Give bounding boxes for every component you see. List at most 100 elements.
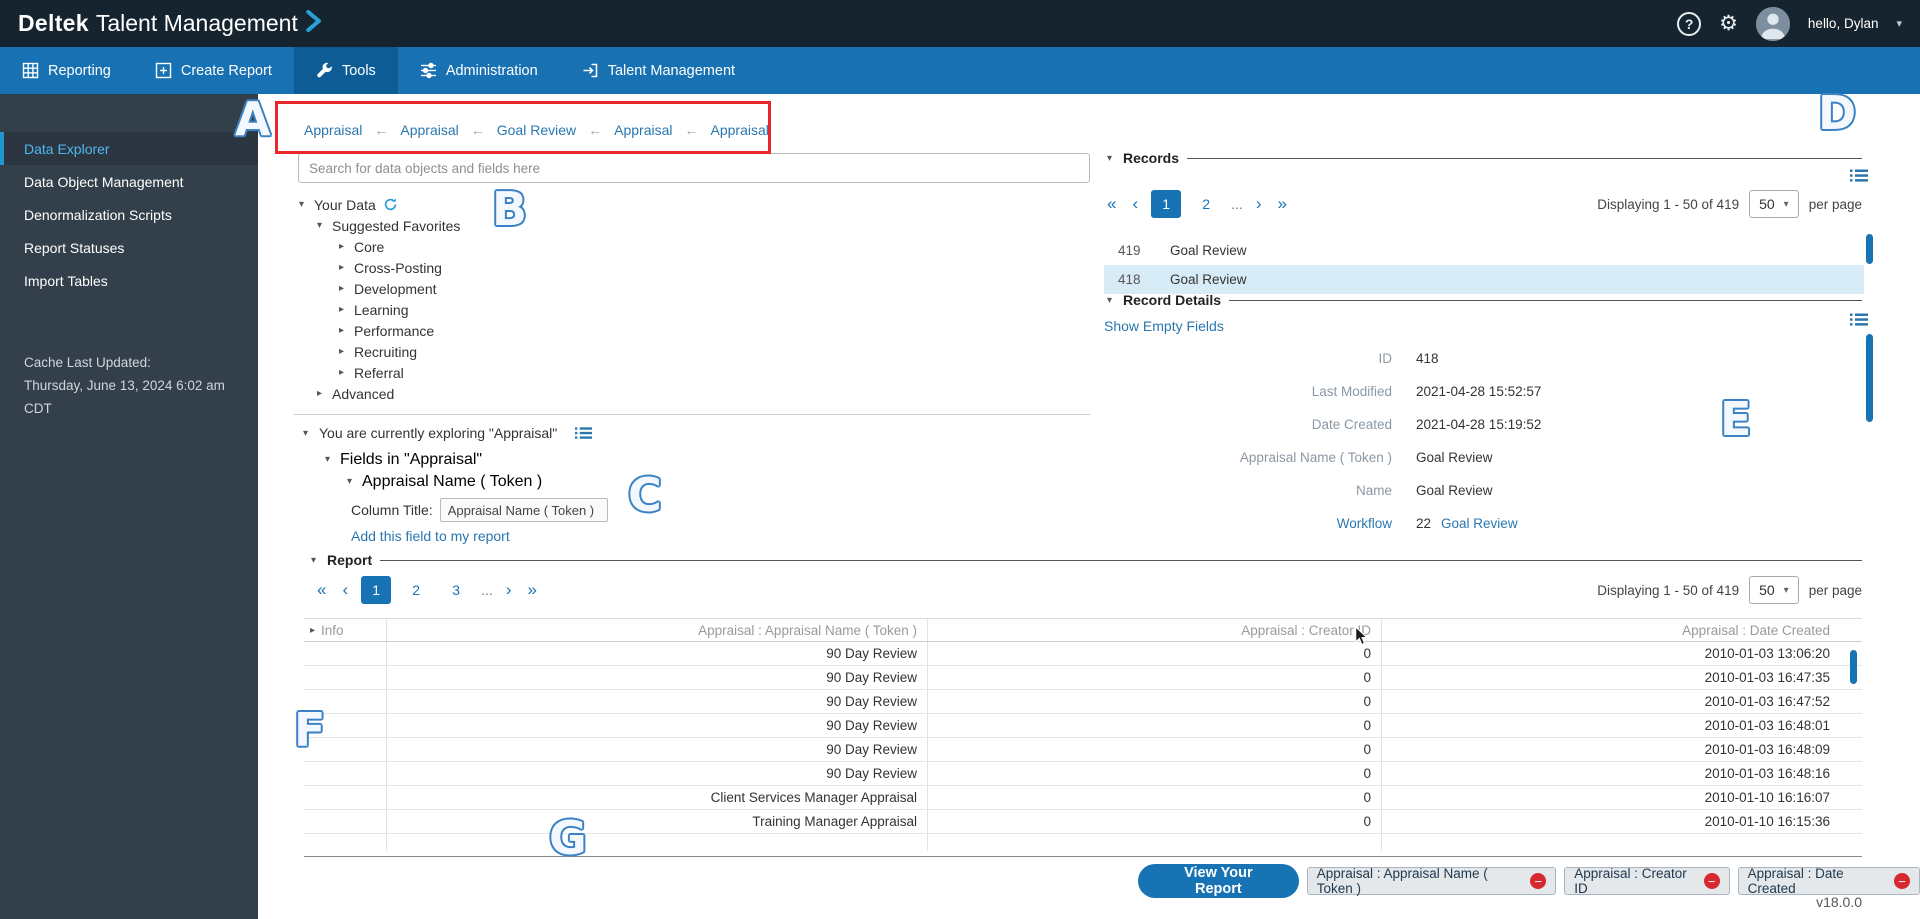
next-page-button[interactable]: › (503, 580, 515, 600)
first-page-button[interactable]: « (1104, 194, 1119, 214)
table-row[interactable]: 90 Day Review02010-01-03 13:06:20 (304, 642, 1862, 666)
breadcrumb-link[interactable]: Appraisal (711, 122, 769, 138)
record-details-scrollbar[interactable] (1866, 334, 1873, 422)
sidebar-item-report-statuses[interactable]: Report Statuses (0, 231, 258, 264)
record-details-list-icon[interactable] (1850, 312, 1868, 327)
help-icon[interactable]: ? (1677, 12, 1701, 36)
column-title-input[interactable] (440, 498, 608, 522)
breadcrumb-link[interactable]: Appraisal (304, 122, 362, 138)
user-caret-icon[interactable]: ▾ (1896, 17, 1902, 30)
table-row[interactable]: 90 Day Review02010-01-03 16:48:01 (304, 714, 1862, 738)
column-header-date-created[interactable]: Appraisal : Date Created (1381, 619, 1846, 641)
breadcrumb-link[interactable]: Goal Review (497, 122, 576, 138)
tree-node-development[interactable]: ▸Development (336, 278, 460, 299)
tree-node-suggested-favorites[interactable]: ▾ Suggested Favorites (314, 215, 460, 236)
show-empty-fields-link[interactable]: Show Empty Fields (1104, 318, 1224, 334)
table-row[interactable]: 90 Day Review02010-01-03 16:47:35 (304, 666, 1862, 690)
sidebar-item-data-object-management[interactable]: Data Object Management (0, 165, 258, 198)
record-row[interactable]: 419 Goal Review (1104, 236, 1864, 265)
tree-node-advanced[interactable]: ▸Advanced (314, 383, 460, 404)
left-arrow-icon: ← (685, 122, 699, 138)
tab-create-report[interactable]: Create Report (133, 47, 294, 94)
records-header[interactable]: ▾ Records (1104, 150, 1862, 166)
record-details-header[interactable]: ▾ Record Details (1104, 292, 1862, 308)
report-header[interactable]: ▾ Report (308, 552, 1862, 568)
tree-node-learning[interactable]: ▸Learning (336, 299, 460, 320)
sidebar-item-import-tables[interactable]: Import Tables (0, 264, 258, 297)
last-page-button[interactable]: » (1274, 194, 1289, 214)
sidebar-item-data-explorer[interactable]: Data Explorer (0, 132, 258, 165)
view-report-button[interactable]: View Your Report (1138, 864, 1299, 898)
displaying-text: Displaying 1 - 50 of 419 (1597, 583, 1739, 598)
tab-reporting[interactable]: Reporting (0, 47, 133, 94)
column-header-appraisal-name[interactable]: Appraisal : Appraisal Name ( Token ) (386, 619, 927, 641)
fields-in-node[interactable]: ▾ Fields in "Appraisal" (322, 449, 482, 470)
table-row[interactable]: 90 Day Review02010-01-03 16:47:52 (304, 690, 1862, 714)
chip-label: Appraisal : Appraisal Name ( Token ) (1317, 866, 1523, 896)
per-page-select[interactable]: 50 ▾ (1749, 190, 1799, 218)
tree-node-referral[interactable]: ▸Referral (336, 362, 460, 383)
prev-page-button[interactable]: ‹ (339, 580, 351, 600)
page-button-3[interactable]: 3 (441, 576, 471, 604)
avatar[interactable] (1756, 7, 1790, 41)
sidebar-item-denormalization-scripts[interactable]: Denormalization Scripts (0, 198, 258, 231)
enter-arrow-icon (582, 62, 599, 79)
tree-node-cross-posting[interactable]: ▸Cross-Posting (336, 257, 460, 278)
tree-node-your-data[interactable]: ▾ Your Data (296, 194, 460, 215)
first-page-button[interactable]: « (314, 580, 329, 600)
breadcrumb-link[interactable]: Appraisal (400, 122, 458, 138)
tree-label: Performance (354, 323, 434, 339)
remove-field-icon[interactable]: − (1704, 873, 1720, 889)
workflow-label-link[interactable]: Workflow (1104, 516, 1392, 531)
gear-icon[interactable]: ⚙ (1719, 13, 1738, 34)
add-field-link[interactable]: Add this field to my report (351, 528, 510, 544)
search-input[interactable] (298, 153, 1090, 183)
last-page-button[interactable]: » (524, 580, 539, 600)
field-appraisal-name-node[interactable]: ▾ Appraisal Name ( Token ) (344, 471, 542, 492)
report-field-chip[interactable]: Appraisal : Creator ID − (1564, 867, 1729, 895)
records-list-icon[interactable] (1850, 168, 1868, 183)
cell-date: 2010-01-03 16:48:09 (1381, 738, 1846, 761)
tree-node-performance[interactable]: ▸Performance (336, 320, 460, 341)
wrench-icon (316, 62, 333, 79)
tab-label: Create Report (181, 63, 272, 79)
tree-node-core[interactable]: ▸Core (336, 236, 460, 257)
tree-node-recruiting[interactable]: ▸Recruiting (336, 341, 460, 362)
table-row[interactable]: Client Services Manager Appraisal02010-0… (304, 786, 1862, 810)
page-button-2[interactable]: 2 (1191, 190, 1221, 218)
report-field-chip[interactable]: Appraisal : Date Created − (1738, 867, 1920, 895)
breadcrumb-link[interactable]: Appraisal (614, 122, 672, 138)
tab-administration[interactable]: Administration (398, 47, 560, 94)
cache-value: Thursday, June 13, 2024 6:02 am CDT (24, 374, 244, 420)
info-column-header[interactable]: ▸ Info (304, 619, 386, 641)
table-row[interactable]: Training Manager Appraisal02010-01-10 16… (304, 810, 1862, 834)
app-root: Deltek Talent Management ? ⚙ hello, Dyla… (0, 0, 1920, 919)
remove-field-icon[interactable]: − (1894, 873, 1910, 889)
workflow-value-link[interactable]: Goal Review (1441, 516, 1518, 531)
page-button-1[interactable]: 1 (1151, 190, 1181, 218)
tab-tools[interactable]: Tools (294, 47, 398, 94)
records-scrollbar[interactable] (1866, 234, 1873, 264)
table-row[interactable]: 90 Day Review02010-01-03 16:48:09 (304, 738, 1862, 762)
column-header-creator-id[interactable]: Appraisal : Creator ID (927, 619, 1381, 641)
per-page-value: 50 (1759, 582, 1775, 598)
tab-talent-management[interactable]: Talent Management (560, 47, 757, 94)
record-row-selected[interactable]: 418 Goal Review (1104, 265, 1864, 294)
report-table-scrollbar[interactable] (1850, 650, 1857, 684)
fields-in-label: Fields in "Appraisal" (340, 451, 482, 469)
next-page-button[interactable]: › (1253, 194, 1265, 214)
exploring-row[interactable]: ▾ You are currently exploring "Appraisal… (300, 425, 592, 441)
tree-label: Advanced (332, 386, 394, 402)
remove-field-icon[interactable]: − (1530, 873, 1546, 889)
page-button-2[interactable]: 2 (401, 576, 431, 604)
per-page-select[interactable]: 50 ▾ (1749, 576, 1799, 604)
table-row[interactable]: 90 Day Review02010-01-03 16:48:16 (304, 762, 1862, 786)
prev-page-button[interactable]: ‹ (1129, 194, 1141, 214)
page-button-1[interactable]: 1 (361, 576, 391, 604)
detail-row-name: Name Goal Review (1104, 474, 1824, 507)
list-icon[interactable] (575, 426, 592, 440)
tree-open-icon: ▾ (300, 428, 311, 439)
refresh-icon[interactable] (383, 197, 398, 212)
user-menu[interactable]: hello, Dylan (1808, 16, 1879, 31)
report-field-chip[interactable]: Appraisal : Appraisal Name ( Token ) − (1307, 867, 1557, 895)
